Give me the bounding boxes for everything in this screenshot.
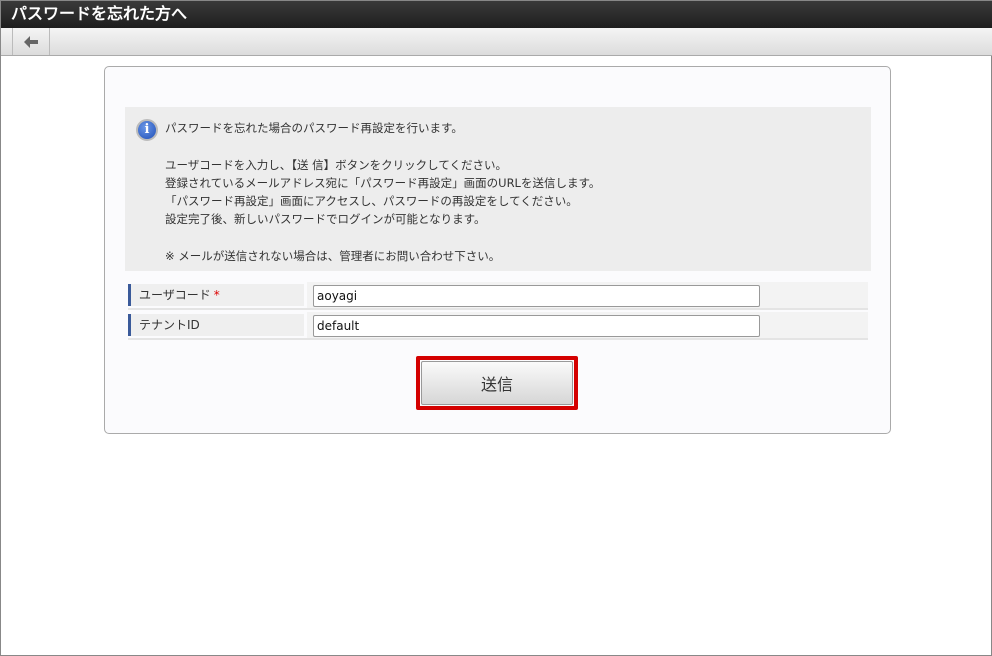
submit-button[interactable]: 送信 xyxy=(421,361,573,405)
tenant-id-label: テナントID xyxy=(128,314,304,336)
info-message: i パスワードを忘れた場合のパスワード再設定を行います。 ユーザコードを入力し、… xyxy=(125,107,871,271)
user-code-row: ユーザコード * xyxy=(128,282,868,310)
info-line: 登録されているメールアドレス宛に「パスワード再設定」画面のURLを送信します。 xyxy=(165,175,601,190)
required-mark: * xyxy=(213,288,220,302)
window-title: パスワードを忘れた方へ xyxy=(1,1,992,28)
arrow-left-icon xyxy=(24,35,38,48)
info-line: ※ メールが送信されない場合は、管理者にお問い合わせ下さい。 xyxy=(165,249,501,264)
submit-highlight: 送信 xyxy=(416,356,578,410)
user-code-label: ユーザコード * xyxy=(128,284,304,306)
info-line: ユーザコードを入力し、【送 信】ボタンをクリックしてください。 xyxy=(165,157,507,172)
info-line: パスワードを忘れた場合のパスワード再設定を行います。 xyxy=(165,121,463,135)
user-code-input[interactable] xyxy=(313,285,760,307)
toolbar xyxy=(1,28,992,56)
info-icon: i xyxy=(136,119,158,141)
forgot-password-panel: i パスワードを忘れた場合のパスワード再設定を行います。 ユーザコードを入力し、… xyxy=(104,66,891,434)
info-line: 設定完了後、新しいパスワードでログインが可能となります。 xyxy=(165,212,486,227)
tenant-id-row: テナントID xyxy=(128,312,868,340)
info-line: 「パスワード再設定」画面にアクセスし、パスワードの再設定をしてください。 xyxy=(165,194,578,209)
tenant-id-input[interactable] xyxy=(313,315,760,337)
back-button[interactable] xyxy=(12,28,50,55)
